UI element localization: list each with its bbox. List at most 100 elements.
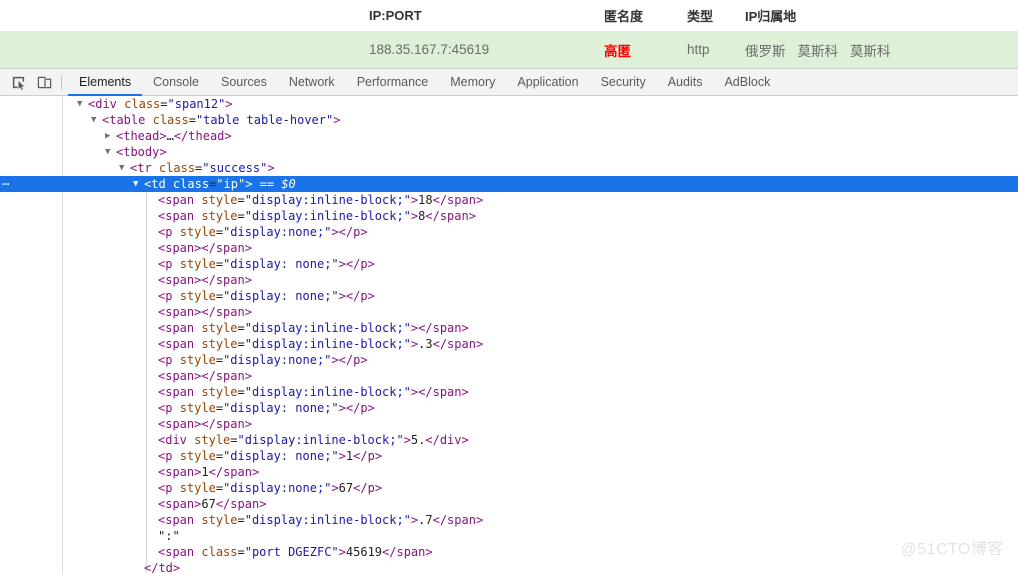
- dom-node[interactable]: ▶ <thead>…</thead>: [0, 128, 1018, 144]
- token-punc: >: [331, 353, 339, 367]
- tab-adblock[interactable]: AdBlock: [713, 69, 781, 96]
- chevron-down-icon[interactable]: ▼: [119, 160, 124, 176]
- token-tag: span: [165, 337, 195, 351]
- tab-elements[interactable]: Elements: [68, 69, 143, 96]
- dom-node[interactable]: <p style="display:none;">67</p>: [0, 480, 1018, 496]
- dom-node[interactable]: <span style="display:inline-block;">.7</…: [0, 512, 1018, 528]
- dom-node[interactable]: <span style="display:inline-block;"></sp…: [0, 384, 1018, 400]
- dom-node[interactable]: ▼ <tr class="success">: [0, 160, 1018, 176]
- token-tag: td: [151, 177, 166, 191]
- dom-node[interactable]: <span style="display:inline-block;"></sp…: [0, 320, 1018, 336]
- dom-node[interactable]: ▼ <table class="table table-hover">: [0, 112, 1018, 128]
- chevron-down-icon[interactable]: ▼: [105, 144, 110, 160]
- tab-console[interactable]: Console: [142, 69, 210, 96]
- dom-node-markup: <span style="display:inline-block;">.7</…: [158, 512, 483, 528]
- chevron-right-icon[interactable]: ▶: [105, 128, 110, 144]
- table-row[interactable]: 188.35.167.7:45619 高匿 http 俄罗斯 莫斯科 莫斯科: [0, 31, 1018, 68]
- token-tag: span: [215, 305, 245, 319]
- dom-tree[interactable]: ▼ <div class="span12"> ▼ <table class="tabl…: [0, 96, 1018, 573]
- token-attr: class: [201, 545, 238, 559]
- token-punc: </: [173, 129, 189, 143]
- token-val: "display:inline-block;": [244, 513, 411, 527]
- token-val: "display: none;": [223, 289, 339, 303]
- dom-node[interactable]: <span style="display:inline-block;">.3</…: [0, 336, 1018, 352]
- dom-node[interactable]: <span></span>: [0, 304, 1018, 320]
- token-textnode: 1: [201, 465, 209, 479]
- token-val: "display:inline-block;": [244, 385, 411, 399]
- tab-sources[interactable]: Sources: [210, 69, 278, 96]
- token-tag: span: [165, 417, 195, 431]
- token-attr: style: [179, 289, 216, 303]
- token-punc: </: [345, 257, 361, 271]
- token-tag: span: [165, 465, 195, 479]
- token-val: "display: none;": [223, 257, 339, 271]
- dom-node[interactable]: </td>: [0, 560, 1018, 573]
- token-punc: >: [224, 129, 232, 143]
- token-punc: >: [159, 129, 167, 143]
- devtools-toolbar: Elements Console Sources Network Performance…: [0, 69, 1018, 96]
- dom-node[interactable]: <p style="display: none;"></p>: [0, 400, 1018, 416]
- chevron-down-icon[interactable]: ▼: [91, 112, 96, 128]
- dom-node[interactable]: <span style="display:inline-block;">8</s…: [0, 208, 1018, 224]
- token-tag: span: [165, 513, 195, 527]
- chevron-down-icon[interactable]: ▼: [77, 96, 82, 112]
- token-punc: >: [367, 257, 375, 271]
- dom-node-markup: <div class="span12">: [88, 96, 233, 112]
- token-textnode: 45619: [345, 545, 383, 559]
- tab-network[interactable]: Network: [278, 69, 346, 96]
- dom-node[interactable]: <p style="display:none;"></p>: [0, 224, 1018, 240]
- token-tag: span: [396, 545, 426, 559]
- token-textnode: ":": [158, 529, 180, 543]
- token-attr: class: [172, 177, 210, 191]
- dom-node[interactable]: <p style="display: none;"></p>: [0, 288, 1018, 304]
- column-header-type: 类型: [687, 9, 714, 24]
- dom-node[interactable]: <div style="display:inline-block;">5.</d…: [0, 432, 1018, 448]
- dom-node[interactable]: <span class="port DGEZFC">45619</span>: [0, 544, 1018, 560]
- dom-node[interactable]: <p style="display:none;"></p>: [0, 352, 1018, 368]
- devtools-tab-bar: Elements Console Sources Network Performance…: [68, 69, 781, 96]
- dom-node[interactable]: ▼ <div class="span12">: [0, 96, 1018, 112]
- tab-memory[interactable]: Memory: [439, 69, 506, 96]
- token-tag: span: [215, 369, 245, 383]
- dom-node-selected[interactable]: ⋯ ▼ <td class="ip"> == $0: [0, 176, 1018, 192]
- tab-application[interactable]: Application: [506, 69, 589, 96]
- tab-security[interactable]: Security: [590, 69, 657, 96]
- more-options-icon[interactable]: ⋯: [2, 176, 9, 192]
- token-punc: >: [461, 433, 469, 447]
- dom-node[interactable]: <span>1</span>: [0, 464, 1018, 480]
- tab-performance[interactable]: Performance: [346, 69, 440, 96]
- token-tag: span: [447, 193, 476, 207]
- dom-node-markup: <td class="ip"> == $0: [144, 176, 296, 192]
- tab-audits[interactable]: Audits: [657, 69, 714, 96]
- token-punc: </: [338, 225, 354, 239]
- token-punc: </: [208, 465, 224, 479]
- device-toolbar-icon[interactable]: [31, 70, 57, 94]
- token-tag: span: [165, 369, 195, 383]
- token-tag: span: [165, 193, 195, 207]
- token-attr: style: [201, 337, 238, 351]
- dom-tree-panel[interactable]: ▼ <div class="span12"> ▼ <table class="tabl…: [0, 96, 1018, 573]
- dom-node[interactable]: <p style="display: none;">1</p>: [0, 448, 1018, 464]
- dom-node[interactable]: <span></span>: [0, 368, 1018, 384]
- token-plain: =: [160, 97, 168, 111]
- dom-node[interactable]: <span></span>: [0, 416, 1018, 432]
- dom-node[interactable]: <span></span>: [0, 240, 1018, 256]
- token-punc: >: [360, 225, 368, 239]
- watermark: @51CTO博客: [900, 541, 1004, 558]
- dom-node[interactable]: <span>67</span>: [0, 496, 1018, 512]
- token-punc: >: [338, 545, 346, 559]
- chevron-down-icon[interactable]: ▼: [133, 176, 138, 192]
- dom-node[interactable]: <span></span>: [0, 272, 1018, 288]
- dom-node[interactable]: <p style="display: none;"></p>: [0, 256, 1018, 272]
- token-tag: span: [165, 241, 195, 255]
- cell-anonymity: 高匿: [604, 31, 631, 68]
- dom-node[interactable]: <span style="display:inline-block;">18</…: [0, 192, 1018, 208]
- devtools-panel: Elements Console Sources Network Performance…: [0, 68, 1018, 573]
- dom-node[interactable]: ":": [0, 528, 1018, 544]
- token-val: "ip": [216, 177, 246, 191]
- dom-node-markup: <p style="display: none;"></p>: [158, 400, 375, 416]
- inspect-element-icon[interactable]: [5, 70, 31, 94]
- dom-node[interactable]: ▼ <tbody>: [0, 144, 1018, 160]
